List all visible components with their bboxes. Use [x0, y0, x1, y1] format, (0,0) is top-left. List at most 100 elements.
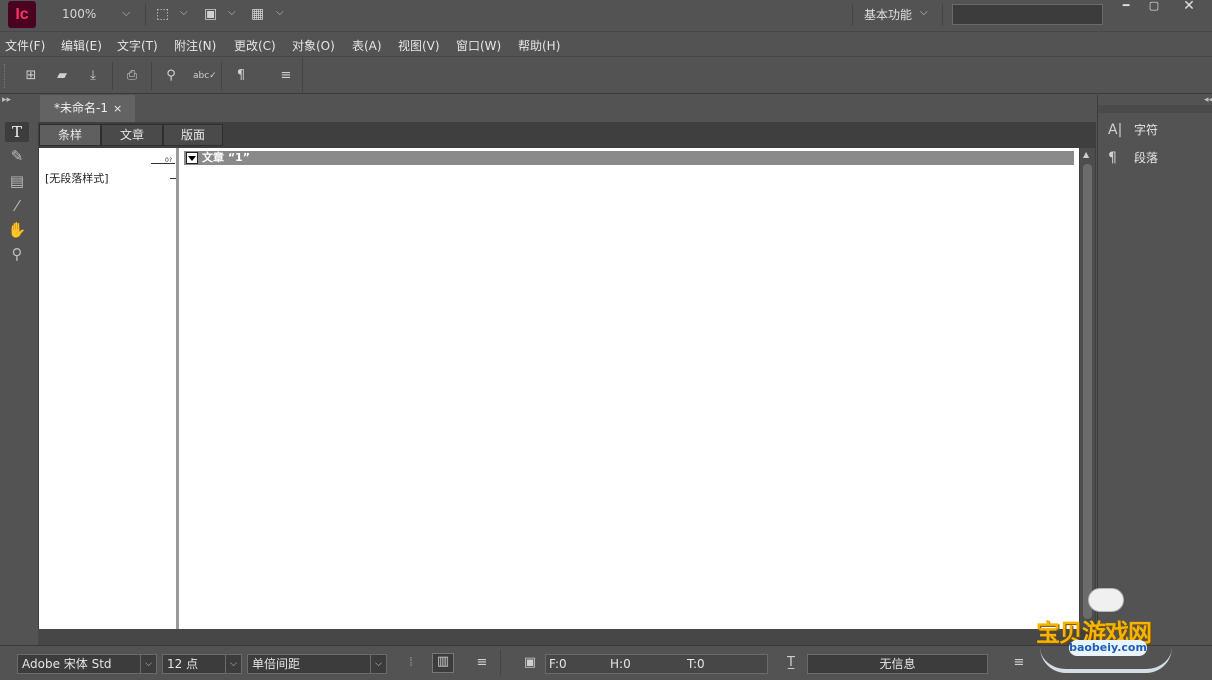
- close-tab-icon[interactable]: ×: [113, 95, 122, 122]
- panel-menu-icon[interactable]: ≡: [473, 655, 491, 670]
- panel-menu-icon[interactable]: ≡: [1010, 655, 1028, 670]
- title-bar: Ic 100% ⌵ ⬚ ⌵ ▣ ⌵ ▦ ⌵ 基本功能 ⌵ ━ ▢ ✕: [0, 0, 1212, 30]
- menu-edit[interactable]: 编辑(E): [61, 37, 102, 54]
- paragraph-style-label: [无段落样式]: [45, 172, 109, 185]
- f-readout: F:0: [549, 657, 567, 671]
- tab-galley[interactable]: 条样: [39, 124, 101, 146]
- watermark-url: baobeiy.com: [1069, 640, 1147, 656]
- workspace-switcher[interactable]: 基本功能: [864, 6, 912, 23]
- line-spacing-value: 单倍间距: [252, 657, 301, 671]
- save-icon[interactable]: ⤓: [84, 68, 102, 84]
- toolbar-grip[interactable]: [4, 64, 8, 88]
- zoom-chevron-down-icon[interactable]: ⌵: [122, 6, 130, 20]
- vertical-scrollbar[interactable]: ▲: [1080, 148, 1095, 629]
- chevron-down-icon[interactable]: ⌵: [228, 7, 236, 18]
- close-icon[interactable]: ✕: [1176, 0, 1202, 14]
- find-icon[interactable]: ⚲: [162, 68, 180, 84]
- line-spacing-select[interactable]: 单倍间距 ⌵: [247, 654, 387, 674]
- panel-character[interactable]: A| 字符: [1108, 119, 1208, 141]
- menu-changes[interactable]: 更改(C): [234, 37, 276, 54]
- chevron-down-icon[interactable]: ⌵: [276, 7, 284, 18]
- eyedropper-tool-icon[interactable]: ⁄: [5, 196, 29, 216]
- hand-tool-icon[interactable]: ✋: [5, 220, 29, 240]
- type-on-path-tool-icon[interactable]: ✎: [5, 146, 29, 166]
- depth-ruler: [151, 163, 175, 164]
- maximize-icon[interactable]: ▢: [1141, 0, 1167, 14]
- zoom-tool-icon[interactable]: ⚲: [5, 244, 29, 264]
- font-select-value: Adobe 宋体 Std: [22, 657, 112, 671]
- tab-layout[interactable]: 版面: [163, 124, 223, 146]
- scroll-up-icon[interactable]: ▲: [1083, 150, 1089, 159]
- right-panel-dock: ◂◂ A| 字符 ¶ 段落: [1097, 95, 1212, 645]
- story-header[interactable]: 文章 “1”: [184, 151, 1074, 165]
- divider: [145, 4, 146, 26]
- gamepad-icon: [1088, 588, 1124, 612]
- chevron-down-icon[interactable]: ⌵: [180, 7, 188, 18]
- document-tab[interactable]: *未命名-1 ×: [40, 95, 135, 122]
- view-options-icon[interactable]: ⬚: [156, 6, 169, 22]
- dock-header: [1098, 105, 1212, 113]
- tab-story[interactable]: 文章: [101, 124, 163, 146]
- font-select[interactable]: Adobe 宋体 Std ⌵: [17, 654, 157, 674]
- minimize-icon[interactable]: ━: [1113, 0, 1139, 14]
- h-readout: H:0: [610, 657, 631, 671]
- menu-type[interactable]: 文字(T): [117, 37, 158, 54]
- note-tool-icon[interactable]: ▤: [5, 171, 29, 191]
- menu-object[interactable]: 对象(O): [292, 37, 335, 54]
- menu-view[interactable]: 视图(V): [398, 37, 440, 54]
- scroll-thumb[interactable]: [1083, 164, 1092, 619]
- story-editor[interactable]: 文章 “1”: [179, 148, 1079, 629]
- collapse-panel-icon[interactable]: ▸▸: [2, 95, 11, 105]
- divider: [221, 62, 222, 90]
- screen-mode-icon[interactable]: ▣: [204, 6, 217, 22]
- menu-window[interactable]: 窗口(W): [456, 37, 501, 54]
- open-folder-icon[interactable]: ▰: [53, 68, 71, 84]
- line-numbers-icon[interactable]: ⁞: [402, 655, 420, 670]
- story-view-icon[interactable]: ▥: [432, 653, 454, 673]
- menu-help[interactable]: 帮助(H): [518, 37, 560, 54]
- document-info-icon[interactable]: ▣: [521, 655, 539, 670]
- divider: [942, 4, 943, 26]
- status-bar: Adobe 宋体 Std ⌵ 12 点 ⌵ 单倍间距 ⌵ ⁞ ▥ ≡ ▣ F:0…: [0, 645, 1212, 680]
- document-tab-title: *未命名-1: [54, 101, 108, 115]
- tools-panel: ▸▸ T ✎ ▤ ⁄ ✋ ⚲: [0, 95, 34, 645]
- character-icon: A|: [1108, 122, 1123, 138]
- paragraph-icon: ¶: [1108, 150, 1117, 166]
- divider: [112, 62, 113, 90]
- position-readout: [545, 654, 768, 674]
- search-input[interactable]: [952, 4, 1103, 25]
- story-title: 文章 “1”: [202, 151, 250, 164]
- watermark-logo: 宝贝游戏网 baobeiy.com: [1036, 585, 1181, 675]
- chevron-down-icon[interactable]: ⌵: [920, 7, 928, 18]
- text-size-icon[interactable]: T̲: [782, 655, 800, 670]
- chevron-down-icon[interactable]: ⌵: [370, 655, 386, 673]
- chevron-down-icon[interactable]: ⌵: [225, 655, 241, 673]
- expand-dock-icon[interactable]: ◂◂: [1204, 95, 1212, 105]
- size-select[interactable]: 12 点 ⌵: [162, 654, 242, 674]
- pilcrow-icon[interactable]: ¶: [232, 68, 250, 84]
- menu-notes[interactable]: 附注(N): [174, 37, 216, 54]
- info-field: 无信息: [807, 654, 988, 674]
- panel-paragraph[interactable]: ¶ 段落: [1108, 147, 1208, 169]
- panel-menu-icon[interactable]: ≡: [277, 68, 295, 84]
- menu-bar: 文件(F) 编辑(E) 文字(T) 附注(N) 更改(C) 对象(O) 表(A)…: [0, 31, 1212, 57]
- type-tool-icon[interactable]: T: [5, 122, 29, 142]
- divider: [852, 4, 853, 26]
- menu-file[interactable]: 文件(F): [5, 37, 45, 54]
- collapse-story-icon[interactable]: [186, 152, 198, 164]
- app-logo: Ic: [8, 1, 36, 28]
- t-readout: T:0: [687, 657, 705, 671]
- divider: [500, 650, 501, 676]
- control-toolbar: ⊞ ▰ ⤓ ⎙ ⚲ abc✓ ¶ ≡: [0, 58, 1212, 94]
- horizontal-scrollbar[interactable]: [38, 629, 1080, 645]
- zoom-level[interactable]: 100%: [62, 7, 96, 21]
- chevron-down-icon[interactable]: ⌵: [140, 655, 156, 673]
- print-icon[interactable]: ⎙: [123, 68, 141, 84]
- new-document-icon[interactable]: ⊞: [22, 68, 40, 84]
- divider: [151, 62, 152, 90]
- panel-paragraph-label: 段落: [1134, 151, 1159, 165]
- spellcheck-icon[interactable]: abc✓: [193, 68, 217, 84]
- menu-table[interactable]: 表(A): [352, 37, 382, 54]
- panel-character-label: 字符: [1134, 123, 1159, 137]
- arrange-documents-icon[interactable]: ▦: [251, 6, 264, 22]
